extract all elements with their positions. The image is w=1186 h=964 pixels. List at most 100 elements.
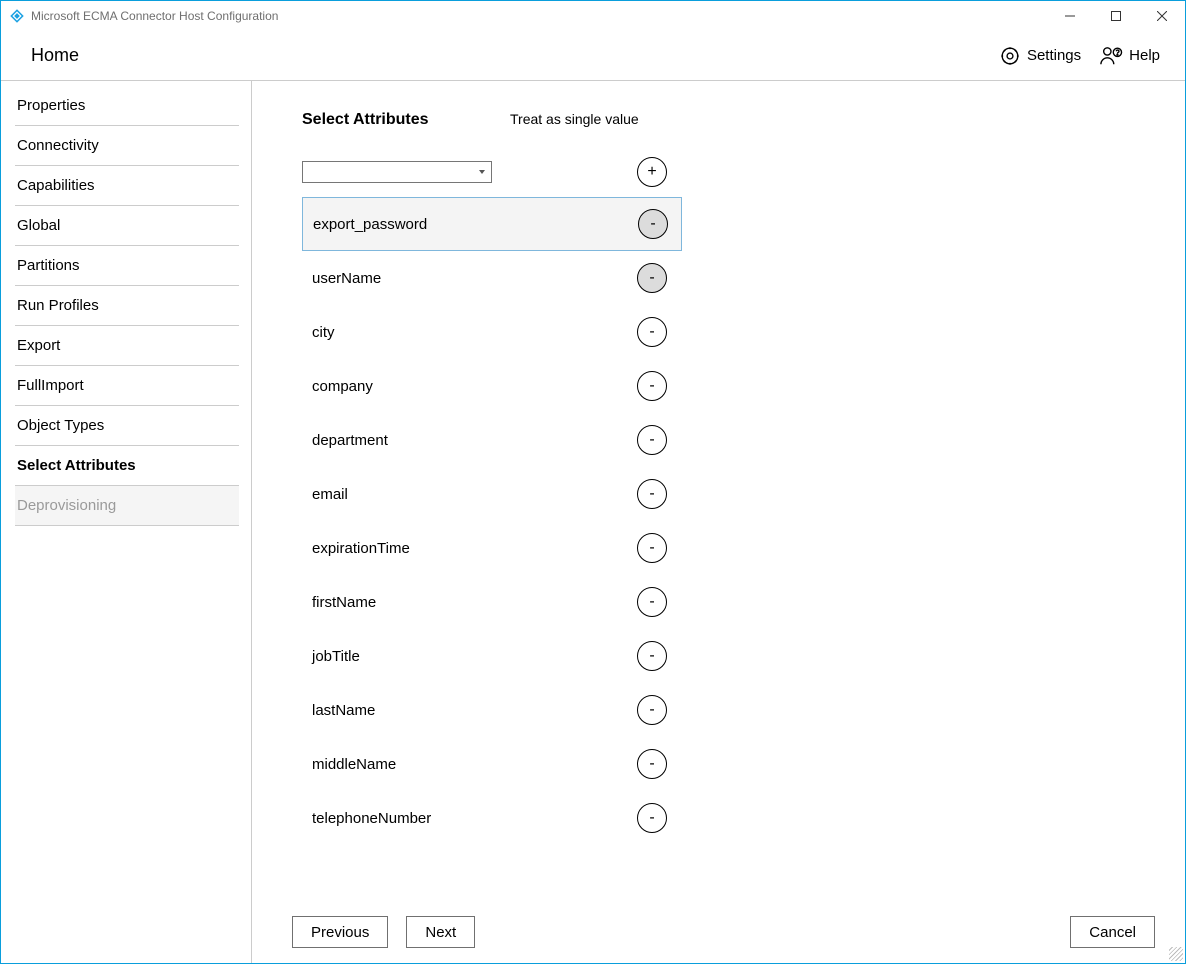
sidebar-item-connectivity[interactable]: Connectivity — [15, 126, 239, 166]
attribute-row[interactable]: telephoneNumber- — [302, 791, 1185, 845]
gear-icon — [999, 45, 1021, 67]
attribute-row[interactable]: middleName- — [302, 737, 1185, 791]
attribute-row[interactable]: company- — [302, 359, 1185, 413]
remove-attribute-button[interactable]: - — [637, 695, 667, 725]
attribute-row[interactable]: lastName- — [302, 683, 1185, 737]
sidebar-item-label: Select Attributes — [17, 457, 136, 474]
plus-icon: + — [647, 164, 656, 180]
titlebar: Microsoft ECMA Connector Host Configurat… — [1, 1, 1185, 31]
header: Home Settings — [1, 31, 1185, 81]
attribute-name: middleName — [312, 756, 637, 773]
sidebar-item-properties[interactable]: Properties — [15, 86, 239, 126]
sidebar-item-label: Partitions — [17, 257, 80, 274]
sidebar-item-fullimport[interactable]: FullImport — [15, 366, 239, 406]
sidebar-item-select-attributes[interactable]: Select Attributes — [15, 446, 239, 486]
attribute-row[interactable]: email- — [302, 467, 1185, 521]
attribute-row[interactable]: department- — [302, 413, 1185, 467]
minus-icon: - — [649, 324, 654, 340]
minus-icon: - — [649, 432, 654, 448]
attribute-row[interactable]: jobTitle- — [302, 629, 1185, 683]
add-attribute-row: + — [302, 157, 1185, 187]
remove-attribute-button[interactable]: - — [637, 371, 667, 401]
minus-icon: - — [649, 594, 654, 610]
columns-header: Select Attributes Treat as single value — [302, 111, 1185, 129]
minimize-button[interactable] — [1047, 1, 1093, 31]
attribute-row[interactable]: expirationTime- — [302, 521, 1185, 575]
attribute-name: lastName — [312, 702, 637, 719]
sidebar-item-label: Object Types — [17, 417, 104, 434]
close-button[interactable] — [1139, 1, 1185, 31]
attribute-dropdown[interactable] — [302, 161, 492, 183]
attribute-row[interactable]: firstName- — [302, 575, 1185, 629]
attribute-row[interactable]: city- — [302, 305, 1185, 359]
attribute-name: company — [312, 378, 637, 395]
minus-icon: - — [650, 216, 655, 232]
titlebar-left: Microsoft ECMA Connector Host Configurat… — [9, 8, 278, 24]
help-button[interactable]: Help — [1099, 45, 1160, 67]
minus-icon: - — [649, 648, 654, 664]
attribute-row[interactable]: export_password- — [302, 197, 682, 251]
sidebar-item-label: Capabilities — [17, 177, 95, 194]
sidebar-item-capabilities[interactable]: Capabilities — [15, 166, 239, 206]
remove-attribute-button[interactable]: - — [637, 533, 667, 563]
cancel-button[interactable]: Cancel — [1070, 916, 1155, 948]
minus-icon: - — [649, 810, 654, 826]
minus-icon: - — [649, 540, 654, 556]
settings-label: Settings — [1027, 47, 1081, 64]
remove-attribute-button[interactable]: - — [637, 803, 667, 833]
header-actions: Settings Help — [999, 45, 1160, 67]
attribute-name: city — [312, 324, 637, 341]
next-button[interactable]: Next — [406, 916, 475, 948]
sidebar-item-label: Connectivity — [17, 137, 99, 154]
remove-attribute-button[interactable]: - — [637, 641, 667, 671]
remove-attribute-button[interactable]: - — [637, 425, 667, 455]
sidebar-item-object-types[interactable]: Object Types — [15, 406, 239, 446]
app-window: Microsoft ECMA Connector Host Configurat… — [0, 0, 1186, 964]
sidebar-item-label: Global — [17, 217, 60, 234]
sidebar-item-partitions[interactable]: Partitions — [15, 246, 239, 286]
attribute-name: jobTitle — [312, 648, 637, 665]
window-controls — [1047, 1, 1185, 31]
help-icon — [1099, 45, 1123, 67]
attribute-list: export_password-userName-city-company-de… — [302, 197, 1185, 845]
content: Select Attributes Treat as single value … — [252, 81, 1185, 963]
sidebar-item-run-profiles[interactable]: Run Profiles — [15, 286, 239, 326]
window-title: Microsoft ECMA Connector Host Configurat… — [31, 9, 278, 23]
previous-button[interactable]: Previous — [292, 916, 388, 948]
minus-icon: - — [649, 378, 654, 394]
footer-left: Previous Next — [292, 916, 475, 948]
sidebar-item-label: Run Profiles — [17, 297, 99, 314]
attribute-name: userName — [312, 270, 637, 287]
maximize-button[interactable] — [1093, 1, 1139, 31]
sidebar-item-export[interactable]: Export — [15, 326, 239, 366]
remove-attribute-button[interactable]: - — [637, 749, 667, 779]
content-inner: Select Attributes Treat as single value … — [252, 81, 1185, 845]
sidebar: Properties Connectivity Capabilities Global… — [1, 81, 252, 963]
resize-grip[interactable] — [1169, 947, 1183, 961]
sidebar-item-label: Export — [17, 337, 60, 354]
remove-attribute-button[interactable]: - — [638, 209, 668, 239]
attribute-row[interactable]: userName- — [302, 251, 1185, 305]
minus-icon: - — [649, 756, 654, 772]
attribute-name: expirationTime — [312, 540, 637, 557]
sidebar-item-label: Properties — [17, 97, 85, 114]
remove-attribute-button[interactable]: - — [637, 479, 667, 509]
attribute-name: telephoneNumber — [312, 810, 637, 827]
sidebar-item-global[interactable]: Global — [15, 206, 239, 246]
settings-button[interactable]: Settings — [999, 45, 1081, 67]
body: Properties Connectivity Capabilities Global… — [1, 81, 1185, 963]
page-title: Home — [31, 45, 79, 66]
heading-select-attributes: Select Attributes — [302, 111, 510, 129]
remove-attribute-button[interactable]: - — [637, 263, 667, 293]
app-icon — [9, 8, 25, 24]
attribute-name: firstName — [312, 594, 637, 611]
help-label: Help — [1129, 47, 1160, 64]
remove-attribute-button[interactable]: - — [637, 317, 667, 347]
add-attribute-button[interactable]: + — [637, 157, 667, 187]
sidebar-item-deprovisioning: Deprovisioning — [15, 486, 239, 526]
footer: Previous Next Cancel — [292, 916, 1155, 948]
remove-attribute-button[interactable]: - — [637, 587, 667, 617]
heading-treat-single: Treat as single value — [510, 111, 640, 127]
sidebar-item-label: FullImport — [17, 377, 84, 394]
attribute-name: email — [312, 486, 637, 503]
